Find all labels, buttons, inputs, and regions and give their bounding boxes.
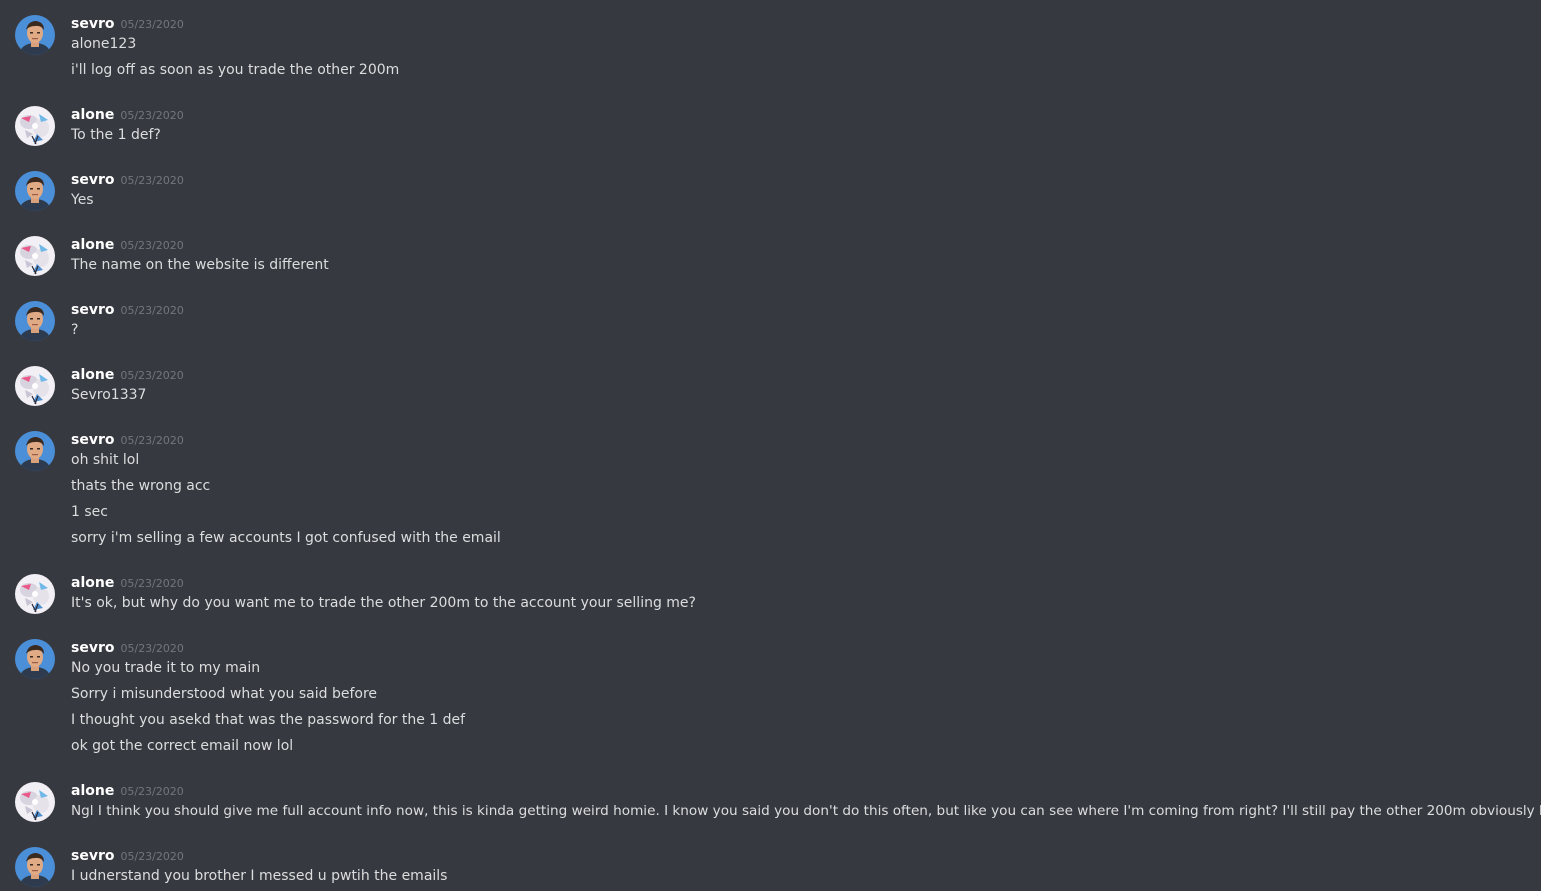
sevro-avatar[interactable] bbox=[15, 639, 55, 679]
sevro-avatar[interactable] bbox=[15, 847, 55, 887]
alone-avatar[interactable] bbox=[15, 236, 55, 276]
message-text: Sorry i misunderstood what you said befo… bbox=[71, 686, 378, 702]
username[interactable]: sevro bbox=[71, 640, 114, 656]
message-text: thats the wrong acc bbox=[71, 478, 211, 494]
timestamp: 05/23/2020 bbox=[120, 239, 184, 252]
sevro-avatar[interactable] bbox=[15, 301, 55, 341]
username[interactable]: sevro bbox=[71, 172, 114, 188]
message-text: Sevro1337 bbox=[71, 387, 147, 403]
username[interactable]: alone bbox=[71, 107, 114, 123]
message-header: sevro 05/23/2020 bbox=[71, 169, 184, 189]
message-text: ? bbox=[71, 322, 79, 338]
message-header: alone 05/23/2020 bbox=[71, 780, 184, 800]
message-header: alone 05/23/2020 bbox=[71, 572, 184, 592]
username[interactable]: alone bbox=[71, 783, 114, 799]
message-text: i'll log off as soon as you trade the ot… bbox=[71, 62, 400, 78]
message-header: sevro 05/23/2020 bbox=[71, 13, 184, 33]
message-header: sevro 05/23/2020 bbox=[71, 637, 184, 657]
chat-messages: sevro 05/23/2020 alone123 i'll log off as… bbox=[0, 0, 1541, 891]
timestamp: 05/23/2020 bbox=[120, 18, 184, 31]
message-header: sevro 05/23/2020 bbox=[71, 429, 184, 449]
timestamp: 05/23/2020 bbox=[120, 174, 184, 187]
timestamp: 05/23/2020 bbox=[120, 577, 184, 590]
message-header: alone 05/23/2020 bbox=[71, 104, 184, 124]
username[interactable]: sevro bbox=[71, 302, 114, 318]
sevro-avatar[interactable] bbox=[15, 15, 55, 55]
message-text: Ngl I think you should give me full acco… bbox=[71, 803, 1541, 819]
timestamp: 05/23/2020 bbox=[120, 304, 184, 317]
message-text: I udnerstand you brother I messed u pwti… bbox=[71, 868, 448, 884]
timestamp: 05/23/2020 bbox=[120, 434, 184, 447]
username[interactable]: sevro bbox=[71, 432, 114, 448]
username[interactable]: sevro bbox=[71, 848, 114, 864]
username[interactable]: sevro bbox=[71, 16, 114, 32]
message-text: sorry i'm selling a few accounts I got c… bbox=[71, 530, 501, 546]
timestamp: 05/23/2020 bbox=[120, 785, 184, 798]
message-header: alone 05/23/2020 bbox=[71, 234, 184, 254]
message-text: oh shit lol bbox=[71, 452, 140, 468]
sevro-avatar[interactable] bbox=[15, 431, 55, 471]
message-header: alone 05/23/2020 bbox=[71, 364, 184, 384]
timestamp: 05/23/2020 bbox=[120, 850, 184, 863]
alone-avatar[interactable] bbox=[15, 366, 55, 406]
alone-avatar[interactable] bbox=[15, 574, 55, 614]
message-text: Yes bbox=[71, 192, 94, 208]
message-text: I thought you asekd that was the passwor… bbox=[71, 712, 466, 728]
timestamp: 05/23/2020 bbox=[120, 642, 184, 655]
message-text: To the 1 def? bbox=[71, 127, 161, 143]
username[interactable]: alone bbox=[71, 367, 114, 383]
message-header: sevro 05/23/2020 bbox=[71, 299, 184, 319]
message-text: alone123 bbox=[71, 36, 137, 52]
alone-avatar[interactable] bbox=[15, 106, 55, 146]
timestamp: 05/23/2020 bbox=[120, 109, 184, 122]
alone-avatar[interactable] bbox=[15, 782, 55, 822]
message-text: It's ok, but why do you want me to trade… bbox=[71, 595, 696, 611]
username[interactable]: alone bbox=[71, 237, 114, 253]
message-text: 1 sec bbox=[71, 504, 108, 520]
message-header: sevro 05/23/2020 bbox=[71, 845, 184, 865]
message-text: No you trade it to my main bbox=[71, 660, 261, 676]
sevro-avatar[interactable] bbox=[15, 171, 55, 211]
timestamp: 05/23/2020 bbox=[120, 369, 184, 382]
message-text: ok got the correct email now lol bbox=[71, 738, 294, 754]
username[interactable]: alone bbox=[71, 575, 114, 591]
message-text: The name on the website is different bbox=[71, 257, 329, 273]
